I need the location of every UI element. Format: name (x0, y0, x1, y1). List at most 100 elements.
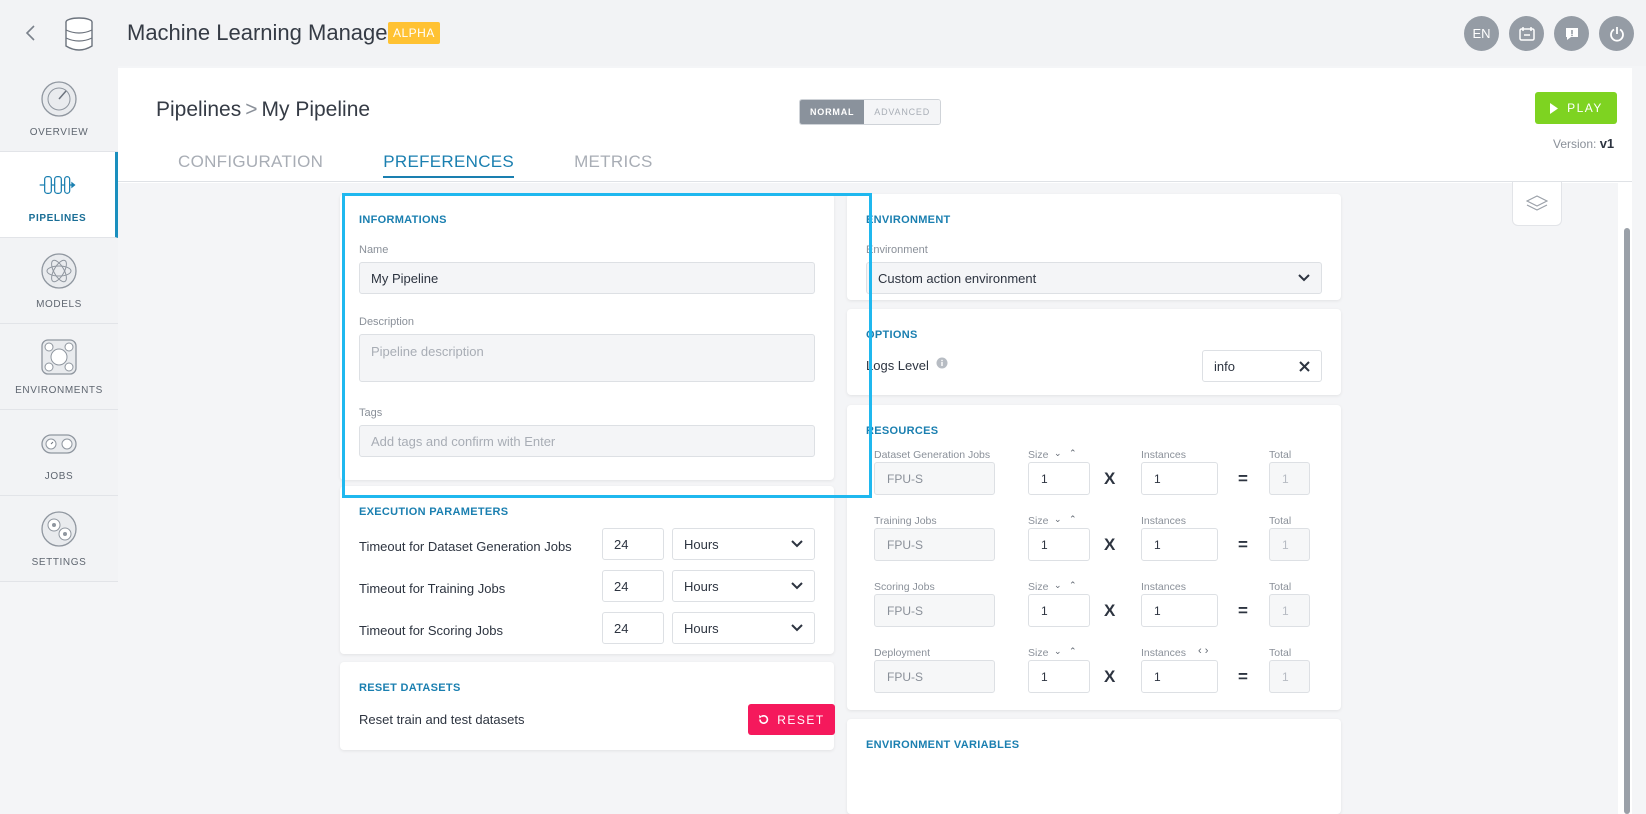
chevron-down-icon (791, 624, 803, 632)
multiply-sign: X (1104, 469, 1116, 488)
resource-name: Deployment (874, 647, 931, 659)
sidebar-item-models[interactable]: MODELS (0, 238, 118, 324)
chevron-down-icon (791, 582, 803, 590)
scrollbar-thumb[interactable] (1624, 228, 1630, 814)
description-input[interactable]: Pipeline description (359, 334, 815, 382)
pipeline-icon (39, 176, 75, 194)
chevron-left-right-icon[interactable]: ‹ › (1198, 645, 1208, 657)
layers-icon[interactable] (1512, 182, 1562, 226)
alpha-badge: ALPHA (388, 22, 440, 44)
breadcrumb-root[interactable]: Pipelines (156, 98, 241, 121)
total-field: 1 (1269, 528, 1310, 561)
size-input[interactable]: 1 (1028, 528, 1090, 561)
breadcrumb: Pipelines > My Pipeline (156, 98, 370, 122)
resource-type-field: FPU-S (874, 660, 995, 693)
resource-name: Training Jobs (874, 515, 937, 527)
size-input[interactable]: 1 (1028, 660, 1090, 693)
instances-input[interactable]: 1 (1141, 528, 1218, 561)
options-card: OPTIONS Logs Level info (847, 309, 1341, 395)
size-input[interactable]: 1 (1028, 594, 1090, 627)
resource-type-field: FPU-S (874, 594, 995, 627)
sidebar-item-overview[interactable]: OVERVIEW (0, 66, 118, 152)
timeout-dataset-label: Timeout for Dataset Generation Jobs (359, 539, 572, 554)
select-value: Hours (684, 620, 719, 636)
chevron-up-icon[interactable]: ⌃ (1069, 646, 1077, 657)
feedback-icon[interactable] (1554, 16, 1589, 51)
name-label: Name (359, 244, 389, 256)
equals-sign: = (1238, 469, 1248, 488)
timeout-training-unit-select[interactable]: Hours (672, 570, 815, 602)
instances-label: Instances (1141, 449, 1186, 461)
sidebar-item-pipelines[interactable]: PIPELINES (0, 152, 118, 238)
sidebar: OVERVIEW PIPELINES MODELS ENVIRONMENTS J… (0, 66, 118, 586)
reset-icon (759, 715, 769, 724)
name-input[interactable]: My Pipeline (359, 262, 815, 294)
total-field: 1 (1269, 462, 1310, 495)
execution-parameters-card: EXECUTION PARAMETERS Timeout for Dataset… (340, 486, 834, 654)
chevron-down-icon[interactable]: ⌄ (1054, 646, 1062, 657)
size-input[interactable]: 1 (1028, 462, 1090, 495)
chevron-down-icon[interactable]: ⌄ (1054, 514, 1062, 525)
timeout-dataset-unit-select[interactable]: Hours (672, 528, 815, 560)
sidebar-item-label: JOBS (44, 471, 74, 482)
environment-label: Environment (866, 244, 928, 256)
play-button[interactable]: PLAY (1535, 92, 1617, 124)
version-info: Version: v1 (1553, 136, 1614, 151)
timeout-scoring-unit-select[interactable]: Hours (672, 612, 815, 644)
language-button[interactable]: EN (1464, 16, 1499, 51)
reset-button[interactable]: RESET (748, 704, 835, 735)
play-icon (1550, 102, 1559, 114)
environment-variables-title: ENVIRONMENT VARIABLES (866, 739, 1020, 751)
total-field: 1 (1269, 660, 1310, 693)
close-icon[interactable] (1299, 360, 1310, 372)
resources-title: RESOURCES (866, 425, 939, 437)
calendar-icon[interactable] (1509, 16, 1544, 51)
environment-select[interactable]: Custom action environment (866, 262, 1322, 294)
select-value: Hours (684, 536, 719, 552)
settings-gear-icon (41, 511, 77, 547)
sidebar-item-label: PIPELINES (28, 213, 87, 224)
logs-level-select[interactable]: info (1202, 350, 1322, 382)
resource-type-field: FPU-S (874, 462, 995, 495)
breadcrumb-separator: > (245, 98, 258, 121)
equals-sign: = (1238, 667, 1248, 686)
tags-input[interactable]: Add tags and confirm with Enter (359, 425, 815, 457)
chevron-up-icon[interactable]: ⌃ (1069, 580, 1077, 591)
sidebar-item-environments[interactable]: ENVIRONMENTS (0, 324, 118, 410)
dashboard-gauge-icon (41, 81, 77, 117)
main-panel: Pipelines > My Pipeline NORMAL ADVANCED PL… (118, 68, 1632, 814)
version-value: v1 (1599, 136, 1615, 151)
resource-name: Scoring Jobs (874, 581, 935, 593)
mode-normal-button[interactable]: NORMAL (800, 100, 865, 124)
instances-input[interactable]: 1 (1141, 660, 1218, 693)
tab-configuration[interactable]: CONFIGURATION (178, 152, 323, 178)
instances-label: Instances (1141, 647, 1186, 659)
multiply-sign: X (1104, 535, 1116, 554)
timeout-training-value[interactable]: 24 (602, 570, 664, 602)
reset-label: Reset train and test datasets (359, 712, 525, 727)
chevron-up-icon[interactable]: ⌃ (1069, 448, 1077, 459)
instances-input[interactable]: 1 (1141, 462, 1218, 495)
sidebar-item-settings[interactable]: SETTINGS (0, 496, 118, 582)
multiply-sign: X (1104, 667, 1116, 686)
mode-advanced-button[interactable]: ADVANCED (864, 100, 941, 124)
chevron-up-icon[interactable]: ⌃ (1069, 514, 1077, 525)
select-value: info (1214, 358, 1235, 374)
power-icon[interactable] (1599, 16, 1634, 51)
environment-variables-card: ENVIRONMENT VARIABLES (847, 719, 1341, 814)
environments-icon (41, 339, 77, 375)
chevron-down-icon[interactable]: ⌄ (1054, 580, 1062, 591)
back-chevron-icon[interactable] (20, 20, 42, 46)
instances-input[interactable]: 1 (1141, 594, 1218, 627)
resource-name: Dataset Generation Jobs (874, 449, 991, 461)
tab-preferences[interactable]: PREFERENCES (383, 152, 515, 178)
chevron-down-icon[interactable]: ⌄ (1054, 448, 1062, 459)
timeout-scoring-value[interactable]: 24 (602, 612, 664, 644)
info-icon[interactable] (936, 357, 948, 369)
tab-metrics[interactable]: METRICS (574, 152, 653, 178)
timeout-dataset-value[interactable]: 24 (602, 528, 664, 560)
sidebar-item-label: MODELS (36, 299, 82, 310)
size-label: Size (1028, 515, 1049, 527)
content-area: INFORMATIONS Name My Pipeline Descriptio… (118, 183, 1618, 814)
sidebar-item-jobs[interactable]: JOBS (0, 410, 118, 496)
